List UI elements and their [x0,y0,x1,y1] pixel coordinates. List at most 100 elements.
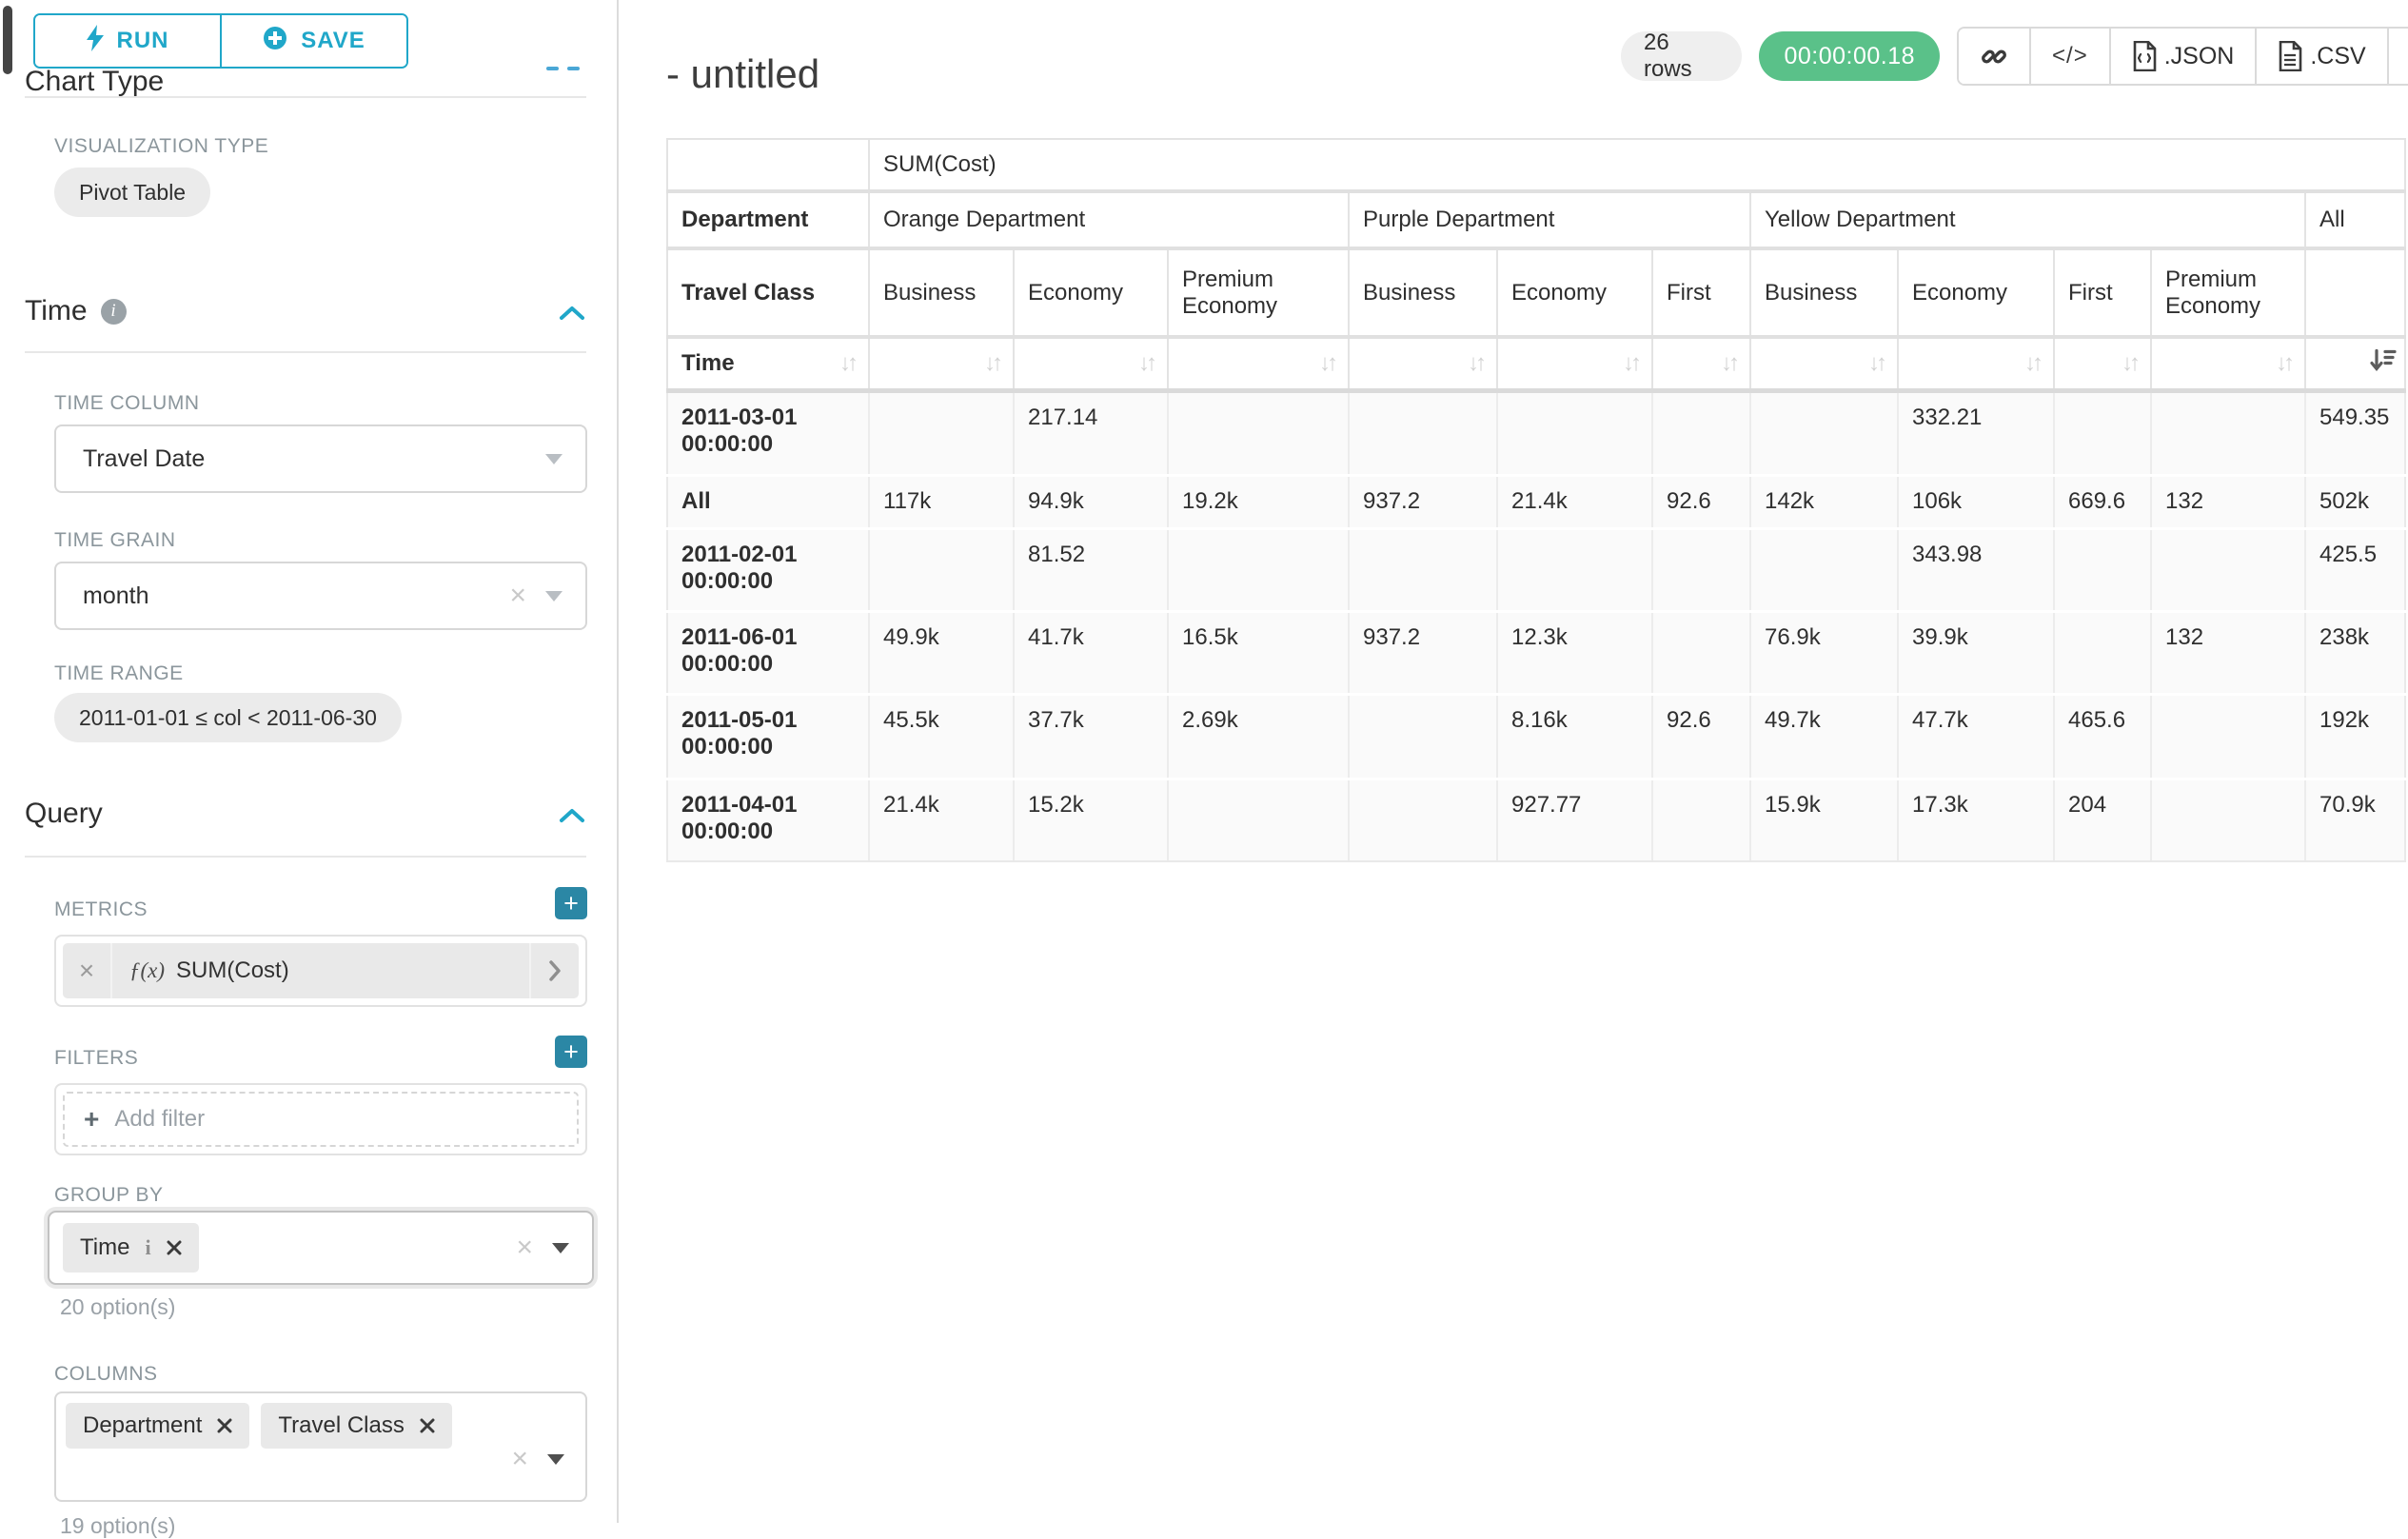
sort-icon[interactable]: ↓↑ [839,350,859,377]
group-by-tag[interactable]: Time i [63,1223,199,1273]
cell: 17.3k [1898,779,2054,861]
sort-icon[interactable]: ↓↑ [1721,350,1740,377]
cell: 204 [2054,779,2151,861]
col-dim-travel-class: Travel Class [667,248,869,337]
viz-type-label: VISUALIZATION TYPE [54,135,268,158]
time-grain-value: month [56,582,148,610]
result-toolbar: 26 rows 00:00:00.18 </> .JSON .CSV [1621,27,2408,86]
cell [2151,528,2305,611]
sort-icon[interactable]: ↓↑ [1319,350,1338,377]
sort-cell[interactable]: ↓↑ [1652,337,1750,390]
clear-icon[interactable]: × [516,1233,533,1262]
group-header-purple: Purple Department [1349,191,1750,248]
group-by-label: GROUP BY [54,1184,163,1207]
sort-icon[interactable]: ↓↑ [1138,350,1157,377]
cell: 19.2k [1168,475,1349,528]
chart-title[interactable]: - untitled [666,51,819,97]
chevron-down-icon[interactable] [545,591,563,602]
function-icon: ƒ(x) [129,958,165,983]
collapse-time-chevron-up-icon[interactable] [558,305,586,326]
add-filter-plus-button[interactable]: + [555,1036,587,1068]
panel-scrollbar-thumb[interactable] [3,6,12,74]
column-header: Business [1750,248,1898,337]
metric-pill[interactable]: × ƒ(x) SUM(Cost) [63,943,579,998]
cell: 106k [1898,475,2054,528]
run-button[interactable]: RUN [35,15,222,67]
save-button[interactable]: SAVE [222,15,406,67]
columns-select[interactable]: Department Travel Class × [54,1391,587,1502]
pivot-table: SUM(Cost) Department Orange Department P… [666,138,2406,862]
cell: 2.69k [1168,694,1349,779]
column-info-icon: i [145,1235,150,1260]
cell: 8.16k [1497,694,1652,779]
chevron-down-icon[interactable] [545,454,563,464]
sort-cell[interactable]: ↓↑ [1750,337,1898,390]
info-icon: i [101,299,127,325]
metric-header-cell: SUM(Cost) [869,139,2405,191]
sort-icon[interactable]: ↓↑ [2276,350,2295,377]
export-csv-button[interactable]: .CSV [2257,29,2388,84]
sort-icon[interactable]: ↓↑ [984,350,1003,377]
clear-icon[interactable]: × [509,582,526,610]
cell [1652,779,1750,861]
pivot-corner-cell [667,139,869,191]
sort-cell[interactable]: ↓↑ [1168,337,1349,390]
cell: 39.9k [1898,611,2054,694]
run-button-label: RUN [117,28,169,54]
add-metric-button[interactable]: + [555,887,587,919]
sort-icon[interactable]: ↓↑ [1868,350,1887,377]
chevron-down-icon[interactable] [552,1243,569,1253]
sort-cell[interactable]: ↓↑ [2054,337,2151,390]
viz-type-value-pill[interactable]: Pivot Table [54,168,210,217]
cell [2151,694,2305,779]
time-range-value-pill[interactable]: 2011-01-01 ≤ col < 2011-06-30 [54,693,402,742]
time-column-select[interactable]: Travel Date [54,424,587,493]
sort-cell[interactable]: ↓↑ [2151,337,2305,390]
sort-icon[interactable]: ↓↑ [2024,350,2043,377]
cell [1750,390,1898,475]
cell [2151,779,2305,861]
remove-tag-icon[interactable] [420,1418,435,1433]
remove-tag-icon[interactable] [167,1240,182,1255]
sort-cell[interactable]: ↓↑ [869,337,1014,390]
columns-options-count: 19 option(s) [60,1513,175,1539]
cell: 217.14 [1014,390,1168,475]
time-grain-select[interactable]: month × [54,562,587,630]
columns-tag[interactable]: Travel Class [261,1403,451,1449]
sort-icon[interactable]: ↓↑ [1468,350,1487,377]
export-json-label: .JSON [2164,43,2235,70]
column-header: Economy [1497,248,1652,337]
row-label: 2011-05-01 00:00:00 [667,694,869,779]
sort-icon[interactable]: ↓↑ [1623,350,1642,377]
sort-icon[interactable]: ↓↑ [2122,350,2141,377]
clipped-icon-fragment [546,67,559,70]
add-filter-button[interactable]: + Add filter [63,1092,579,1147]
remove-tag-icon[interactable] [217,1418,232,1433]
group-header-yellow: Yellow Department [1750,191,2305,248]
collapse-query-chevron-up-icon[interactable] [558,807,586,829]
table-row: All 117k 94.9k 19.2k 937.2 21.4k 92.6 14… [667,475,2405,528]
sort-cell[interactable]: ↓↑ [1349,337,1497,390]
cell [1168,528,1349,611]
expand-metric-chevron-right-icon[interactable] [529,943,579,998]
sort-cell[interactable]: ↓↑ [1898,337,2054,390]
more-options-button[interactable] [2389,29,2408,84]
sort-cell[interactable]: ↓↑ [1497,337,1652,390]
cell: 12.3k [1497,611,1652,694]
sort-cell-active[interactable] [2305,337,2405,390]
export-json-button[interactable]: .JSON [2111,29,2258,84]
columns-tag[interactable]: Department [66,1403,249,1449]
column-header: First [2054,248,2151,337]
copy-link-button[interactable] [1959,29,2031,84]
row-label: 2011-02-01 00:00:00 [667,528,869,611]
row-dim-label: Time [681,350,735,376]
view-query-button[interactable]: </> [2031,29,2111,84]
remove-metric-icon[interactable]: × [63,943,112,998]
clear-icon[interactable]: × [511,1445,528,1473]
sort-cell[interactable]: ↓↑ [1014,337,1168,390]
group-by-select[interactable]: Time i × [48,1211,594,1285]
chevron-down-icon[interactable] [547,1454,564,1465]
sort-descending-icon[interactable] [2370,347,2397,379]
cell: 132 [2151,611,2305,694]
row-dim-time[interactable]: Time ↓↑ [667,337,869,390]
